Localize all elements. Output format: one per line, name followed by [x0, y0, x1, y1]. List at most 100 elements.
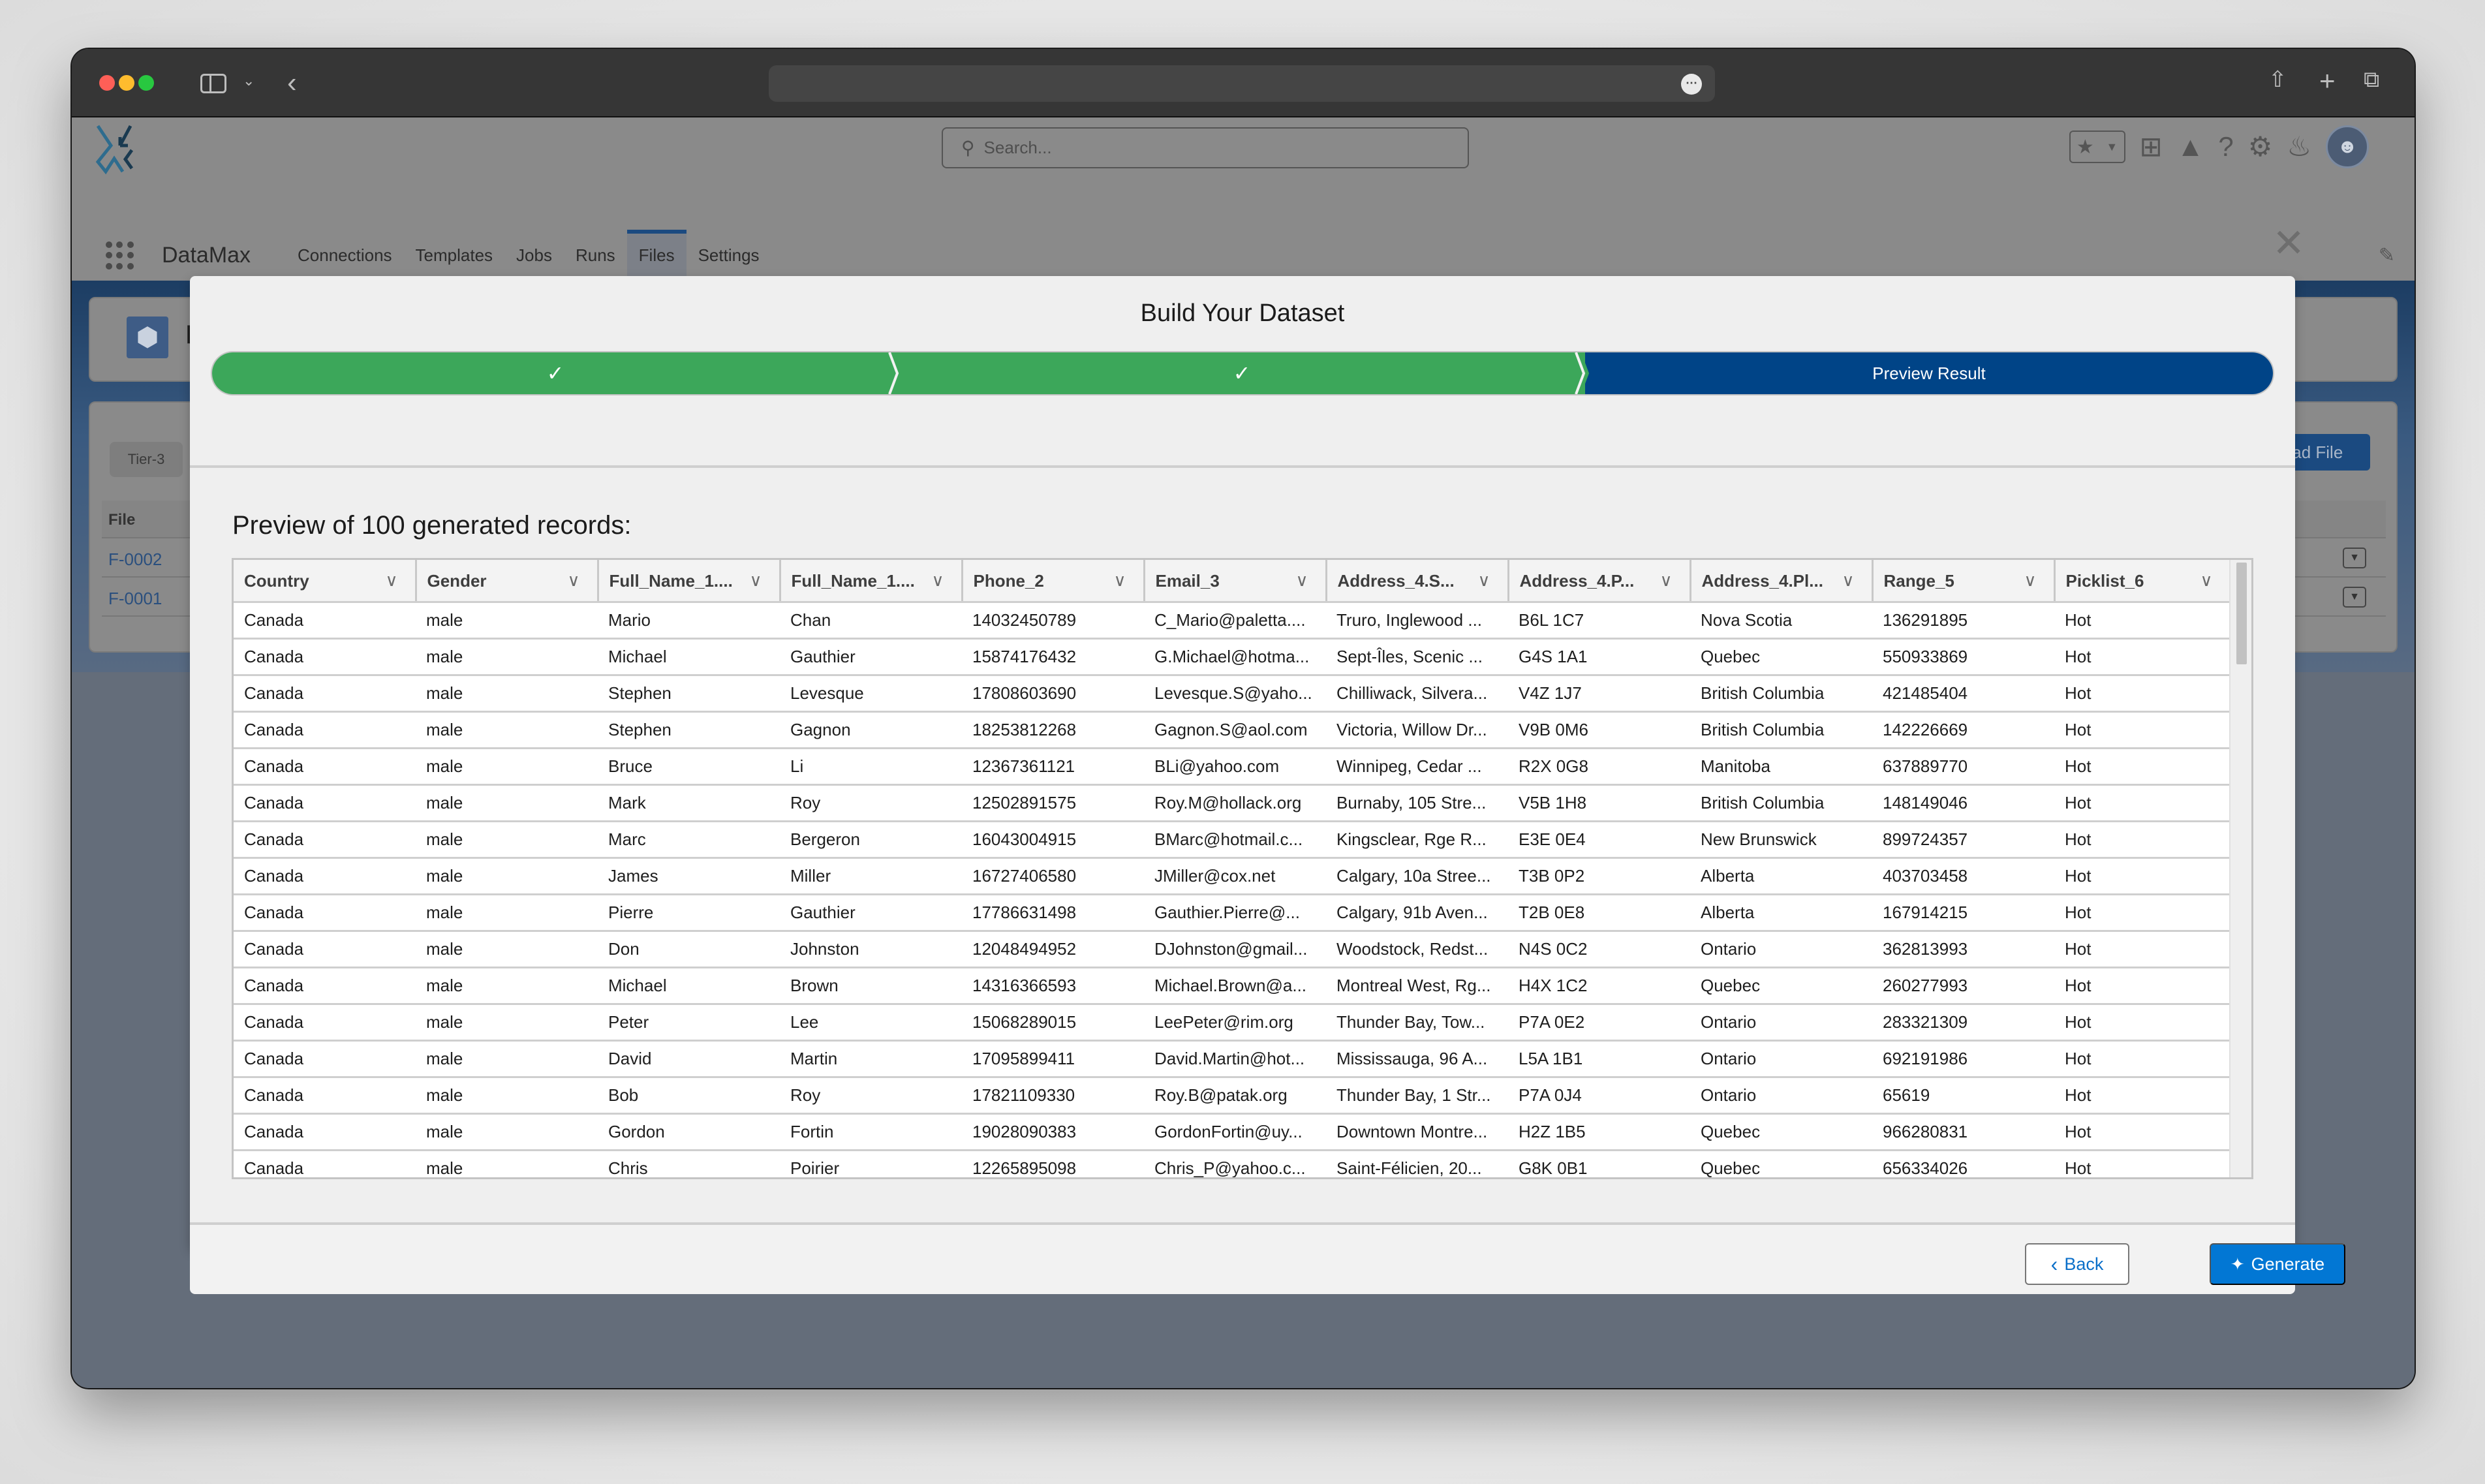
column-header[interactable]: Phone_2 ∨	[962, 560, 1145, 603]
close-window-button[interactable]	[99, 75, 115, 91]
table-row: Canada male James Miller 16727406580 JMiller@…	[234, 858, 2230, 895]
share-icon[interactable]: ⇧	[2268, 69, 2287, 91]
table-cell: Canada	[234, 858, 416, 895]
maximize-window-button[interactable]	[138, 75, 154, 91]
modal-close-icon[interactable]: ✕	[2272, 224, 2305, 263]
column-menu-chevron-icon[interactable]: ∨	[1113, 570, 1126, 591]
column-menu-chevron-icon[interactable]: ∨	[385, 570, 397, 591]
table-cell: Canada	[234, 675, 416, 713]
bg-file-link: F-0001	[108, 589, 162, 608]
column-menu-chevron-icon[interactable]: ∨	[2024, 570, 2036, 591]
nav-tab-runs[interactable]: Runs	[564, 230, 627, 281]
url-bar[interactable]: ⋯	[769, 65, 1715, 102]
nav-tab-jobs[interactable]: Jobs	[504, 230, 564, 281]
global-search-input[interactable]: ⚲ Search...	[942, 127, 1469, 168]
table-cell: 899724357	[1872, 821, 2054, 859]
table-cell: Victoria, Willow Dr...	[1326, 711, 1508, 749]
table-cell: Levesque.S@yaho...	[1144, 675, 1326, 713]
nav-tab-files[interactable]: Files	[626, 230, 687, 281]
table-cell: Manitoba	[1690, 748, 1872, 786]
favorites-star-icon[interactable]: ★	[2076, 136, 2094, 159]
table-cell: 14316366593	[962, 967, 1144, 1005]
table-vertical-scrollbar[interactable]	[2229, 560, 2251, 1177]
notifications-bell-icon[interactable]: ♨	[2287, 133, 2311, 161]
table-cell: male	[416, 784, 598, 822]
column-header[interactable]: Address_4.S... ∨	[1326, 560, 1509, 603]
minimize-window-button[interactable]	[119, 75, 134, 91]
table-cell: Canada	[234, 894, 416, 932]
back-button-label: Back	[2064, 1254, 2104, 1274]
scrollbar-thumb[interactable]	[2236, 563, 2247, 664]
preview-table-container: Country ∨ Gender ∨ Full_Name_1.... ∨ Full_Name…	[232, 558, 2253, 1179]
table-cell: male	[416, 638, 598, 676]
column-header[interactable]: Full_Name_1.... ∨	[598, 560, 781, 603]
generate-button[interactable]: ✦ Generate	[2210, 1243, 2345, 1285]
trailhead-icon[interactable]: ▲	[2177, 133, 2204, 161]
table-cell: Martin	[780, 1040, 962, 1078]
back-icon[interactable]: ‹	[287, 69, 297, 97]
table-cell: 17821109330	[962, 1077, 1144, 1115]
table-row: Canada male Michael Brown 14316366593 Michael…	[234, 967, 2230, 1005]
add-icon[interactable]: ⊞	[2140, 133, 2163, 161]
table-cell: V5B 1H8	[1508, 784, 1690, 822]
table-cell: B6L 1C7	[1508, 602, 1690, 640]
table-cell: Canada	[234, 1150, 416, 1177]
table-cell: Hot	[2054, 821, 2230, 859]
favorites-dropdown-icon[interactable]: ▼	[2106, 140, 2118, 154]
progress-step-2[interactable]: ✓	[899, 352, 1589, 394]
column-header[interactable]: Country ∨	[234, 560, 417, 603]
column-header[interactable]: Email_3 ∨	[1144, 560, 1327, 603]
table-row: Canada male Peter Lee 15068289015 LeePeter@ri…	[234, 1004, 2230, 1042]
table-cell: 16043004915	[962, 821, 1144, 859]
column-menu-chevron-icon[interactable]: ∨	[567, 570, 579, 591]
nav-tab-settings[interactable]: Settings	[687, 230, 771, 281]
app-launcher-icon[interactable]	[106, 241, 134, 270]
column-header[interactable]: Gender ∨	[416, 560, 599, 603]
column-menu-chevron-icon[interactable]: ∨	[1477, 570, 1490, 591]
favorites-button[interactable]: ★ ▼	[2069, 131, 2125, 163]
help-icon[interactable]: ?	[2218, 133, 2233, 161]
tabs-overview-icon[interactable]: ⧉	[2364, 69, 2379, 91]
table-cell: New Brunswick	[1690, 821, 1872, 859]
column-header[interactable]: Range_5 ∨	[1872, 560, 2056, 603]
table-cell: David	[598, 1040, 780, 1078]
column-menu-chevron-icon[interactable]: ∨	[1842, 570, 1854, 591]
table-cell: Johnston	[780, 931, 962, 968]
column-header[interactable]: Picklist_6 ∨	[2054, 560, 2232, 603]
column-menu-chevron-icon[interactable]: ∨	[2200, 570, 2212, 591]
preview-table: Country ∨ Gender ∨ Full_Name_1.... ∨ Full_Name…	[234, 560, 2232, 1177]
table-cell: Burnaby, 105 Stre...	[1326, 784, 1508, 822]
table-cell: male	[416, 602, 598, 640]
column-header[interactable]: Address_4.P... ∨	[1508, 560, 1691, 603]
column-menu-chevron-icon[interactable]: ∨	[931, 570, 944, 591]
more-icon[interactable]: ⋯	[1681, 74, 1702, 95]
table-cell: Chris	[598, 1150, 780, 1177]
column-header[interactable]: Full_Name_1.... ∨	[780, 560, 963, 603]
column-header[interactable]: Address_4.Pl... ∨	[1690, 560, 1874, 603]
user-avatar[interactable]: ☻	[2326, 125, 2369, 168]
column-menu-chevron-icon[interactable]: ∨	[1659, 570, 1672, 591]
column-header-label: Gender	[427, 570, 487, 591]
progress-step-preview-result[interactable]: Preview Result	[1585, 352, 2273, 394]
sidebar-toggle-icon[interactable]	[200, 74, 226, 93]
table-cell: Winnipeg, Cedar ...	[1326, 748, 1508, 786]
table-cell: BMarc@hotmail.c...	[1144, 821, 1326, 859]
settings-gear-icon[interactable]: ⚙	[2248, 133, 2273, 161]
edit-nav-pencil-icon[interactable]: ✎	[2379, 244, 2395, 267]
column-header-label: Picklist_6	[2065, 570, 2144, 591]
table-cell: Calgary, 10a Stree...	[1326, 858, 1508, 895]
table-row: Canada male Mark Roy 12502891575 Roy.M@hollac…	[234, 784, 2230, 822]
nav-tab-templates[interactable]: Templates	[404, 230, 505, 281]
column-menu-chevron-icon[interactable]: ∨	[749, 570, 762, 591]
table-cell: Canada	[234, 784, 416, 822]
table-cell: Fortin	[780, 1113, 962, 1151]
column-menu-chevron-icon[interactable]: ∨	[1295, 570, 1308, 591]
chevron-down-icon[interactable]: ⌄	[243, 74, 255, 88]
table-cell: Quebec	[1690, 1113, 1872, 1151]
back-button[interactable]: ‹ Back	[2025, 1243, 2129, 1285]
new-tab-icon[interactable]: +	[2319, 67, 2336, 95]
table-cell: 550933869	[1872, 638, 2054, 676]
nav-tab-connections[interactable]: Connections	[286, 230, 404, 281]
progress-step-1[interactable]: ✓	[212, 352, 903, 394]
table-cell: Alberta	[1690, 858, 1872, 895]
